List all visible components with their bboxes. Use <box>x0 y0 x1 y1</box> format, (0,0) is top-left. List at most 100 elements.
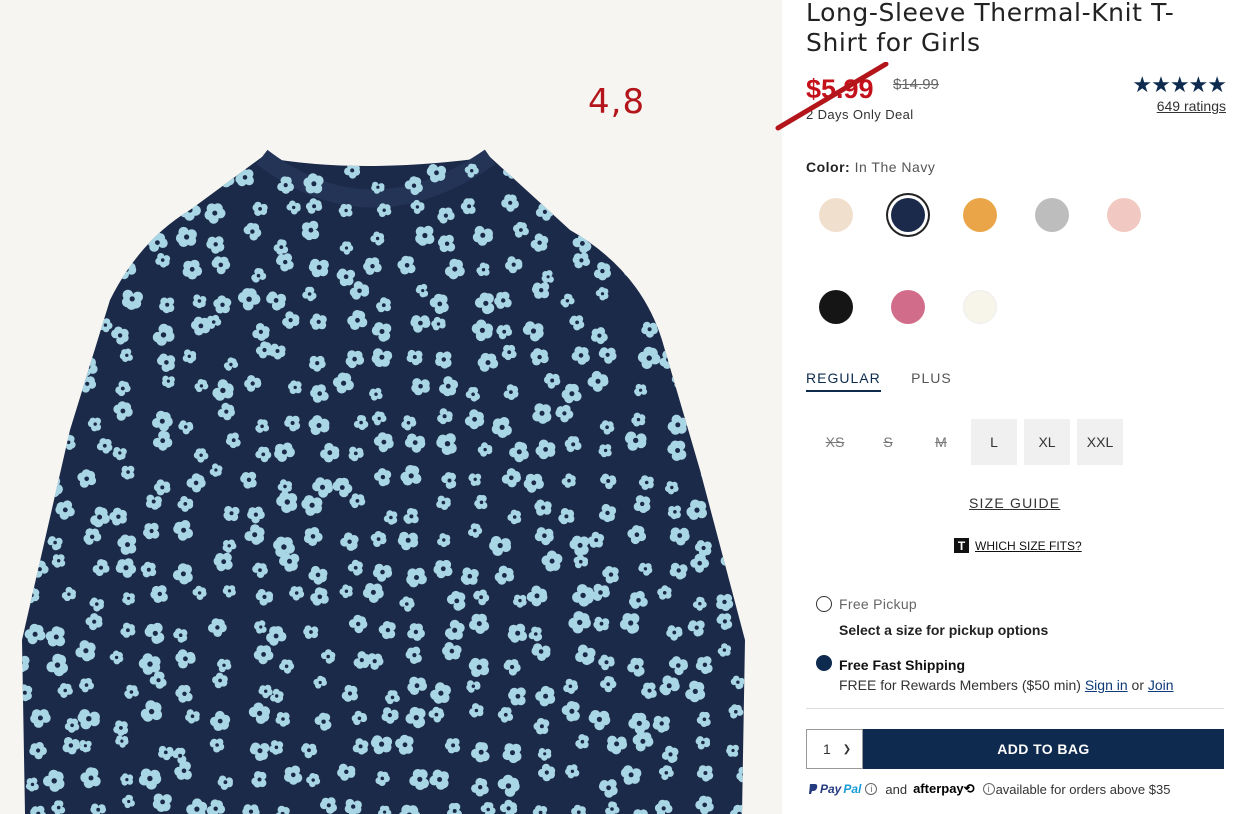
product-image: 4,8 <box>0 0 782 814</box>
rating[interactable]: ★★★★★ 649 ratings <box>1132 74 1227 115</box>
flower-print <box>22 410 32 426</box>
flower-print <box>22 476 41 498</box>
quantity-select[interactable]: 1 ❯ <box>806 729 863 769</box>
flower-print <box>532 403 552 424</box>
pickup-title[interactable]: Free Pickup <box>839 596 917 612</box>
swatch-black[interactable] <box>819 290 853 324</box>
flower-print <box>749 387 769 407</box>
afterpay-info-icon[interactable]: i <box>982 783 995 795</box>
paypal-info-icon[interactable]: i <box>865 783 878 795</box>
flower-print <box>664 170 679 185</box>
flower-print <box>666 256 681 270</box>
swatch-floral-cream[interactable] <box>819 198 853 232</box>
flower-print <box>43 408 66 430</box>
flower-print <box>764 732 782 753</box>
fit-tabs: REGULAR PLUS <box>806 370 978 392</box>
tab-regular[interactable]: REGULAR <box>806 370 881 392</box>
flower-print <box>301 220 320 241</box>
flower-print <box>143 180 161 197</box>
tab-plus[interactable]: PLUS <box>911 370 952 390</box>
flower-print <box>672 296 688 311</box>
flower-print <box>42 343 64 365</box>
flower-print <box>717 313 739 336</box>
flower-print <box>22 295 43 318</box>
swatch-in-the-navy[interactable] <box>891 198 925 232</box>
flower-print <box>750 357 764 370</box>
sign-in-link[interactable]: Sign in <box>1085 677 1128 693</box>
flower-print <box>235 168 254 187</box>
swatch-rose-pink[interactable] <box>891 290 925 324</box>
flower-print <box>754 207 771 223</box>
flower-print <box>26 375 42 389</box>
afterpay-logo: afterpay⟲ <box>913 781 974 797</box>
flower-print <box>215 167 235 188</box>
flower-print <box>722 478 737 493</box>
shipping-title[interactable]: Free Fast Shipping <box>839 657 965 673</box>
size-l[interactable]: L <box>971 419 1017 465</box>
flower-print <box>757 291 772 308</box>
flower-print <box>542 165 557 180</box>
shipping-text: FREE for Rewards Members ($50 min) Sign … <box>839 677 1174 693</box>
flower-print <box>727 178 745 198</box>
flower-print <box>598 230 615 247</box>
flower-print <box>60 434 76 450</box>
ratings-link[interactable]: 649 ratings <box>1132 98 1226 114</box>
flower-print <box>765 798 780 812</box>
flower-print <box>192 294 207 309</box>
size-guide-link[interactable]: SIZE GUIDE <box>969 495 1060 511</box>
shipping-radio[interactable] <box>816 655 832 671</box>
flower-print <box>22 684 33 702</box>
color-value: In The Navy <box>854 159 936 175</box>
true-fit-icon: T <box>954 538 969 553</box>
pickup-radio[interactable] <box>816 596 832 612</box>
flower-print <box>761 258 774 272</box>
which-size-fits-link[interactable]: WHICH SIZE FITS? <box>975 539 1082 553</box>
shipping-text-body: FREE for Rewards Members ($50 min) <box>839 677 1081 693</box>
size-s[interactable]: S <box>865 419 911 465</box>
swatch-cream[interactable] <box>963 290 997 324</box>
add-to-bag-button[interactable]: ADD TO BAG <box>863 729 1224 769</box>
shirt-illustration <box>22 149 782 814</box>
flower-print <box>143 522 160 540</box>
flower-print <box>732 265 745 279</box>
handwritten-note: 4,8 <box>588 82 646 122</box>
size-xs[interactable]: XS <box>812 419 858 465</box>
swatch-pale-pink[interactable] <box>1107 198 1141 232</box>
flower-print <box>567 171 582 185</box>
swatch-heather-gray-heart[interactable] <box>1035 198 1069 232</box>
flower-print <box>22 267 38 285</box>
flower-print <box>762 773 775 787</box>
flower-print <box>619 197 639 215</box>
color-label-key: Color: <box>806 159 851 175</box>
flower-print <box>22 198 28 216</box>
flower-print <box>531 282 550 299</box>
flower-print <box>702 238 719 256</box>
flower-print <box>53 294 72 311</box>
flower-print <box>90 163 108 183</box>
flower-print <box>623 225 639 241</box>
flower-print <box>633 495 651 513</box>
which-size-fits[interactable]: T WHICH SIZE FITS? <box>954 538 1082 553</box>
flower-print <box>534 499 552 516</box>
flower-print <box>415 225 435 246</box>
flower-print <box>746 318 767 339</box>
join-link[interactable]: Join <box>1148 677 1174 693</box>
flower-print <box>634 383 648 397</box>
flower-print <box>47 314 69 334</box>
flower-print <box>696 438 711 452</box>
size-xxl[interactable]: XXL <box>1077 419 1123 465</box>
flower-print <box>303 625 319 639</box>
size-m[interactable]: M <box>918 419 964 465</box>
flower-print <box>23 586 40 604</box>
flower-print <box>716 506 735 526</box>
flower-print <box>48 202 65 217</box>
flower-print <box>687 344 704 361</box>
flower-print <box>752 536 766 550</box>
flower-print <box>704 314 723 333</box>
flower-print <box>23 312 37 328</box>
swatch-mustard-floral[interactable] <box>963 198 997 232</box>
flower-print <box>770 588 782 603</box>
flower-print <box>691 176 713 199</box>
flower-print <box>729 343 743 358</box>
size-xl[interactable]: XL <box>1024 419 1070 465</box>
